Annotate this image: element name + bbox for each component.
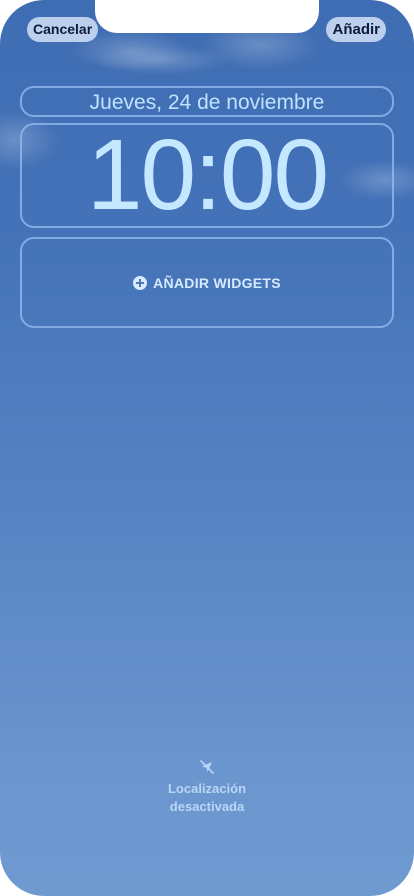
clock-time: 10:00 xyxy=(86,119,329,231)
location-status-line1: Localización xyxy=(167,781,247,796)
clock-slot[interactable]: 10:00 xyxy=(20,119,394,231)
location-disabled-icon xyxy=(200,760,214,774)
date-label: Jueves, 24 de noviembre xyxy=(89,91,325,114)
cancel-button[interactable]: Cancelar xyxy=(27,17,99,42)
add-button[interactable]: Añadir xyxy=(326,17,386,42)
cloud-decoration xyxy=(90,45,230,75)
add-widgets-slot[interactable]: AÑADIR WIDGETS xyxy=(20,237,394,328)
device-notch xyxy=(95,0,319,33)
lock-screen-editor: Cancelar Añadir Jueves, 24 de noviembre … xyxy=(0,0,414,896)
add-widgets-label: AÑADIR WIDGETS xyxy=(153,274,281,291)
location-status-line2: desactivada xyxy=(169,799,245,814)
date-widget-slot[interactable]: Jueves, 24 de noviembre xyxy=(20,86,394,117)
add-widgets-content: AÑADIR WIDGETS xyxy=(22,239,392,326)
location-status: Localización desactivada xyxy=(0,758,414,816)
plus-circle-icon xyxy=(133,275,148,290)
